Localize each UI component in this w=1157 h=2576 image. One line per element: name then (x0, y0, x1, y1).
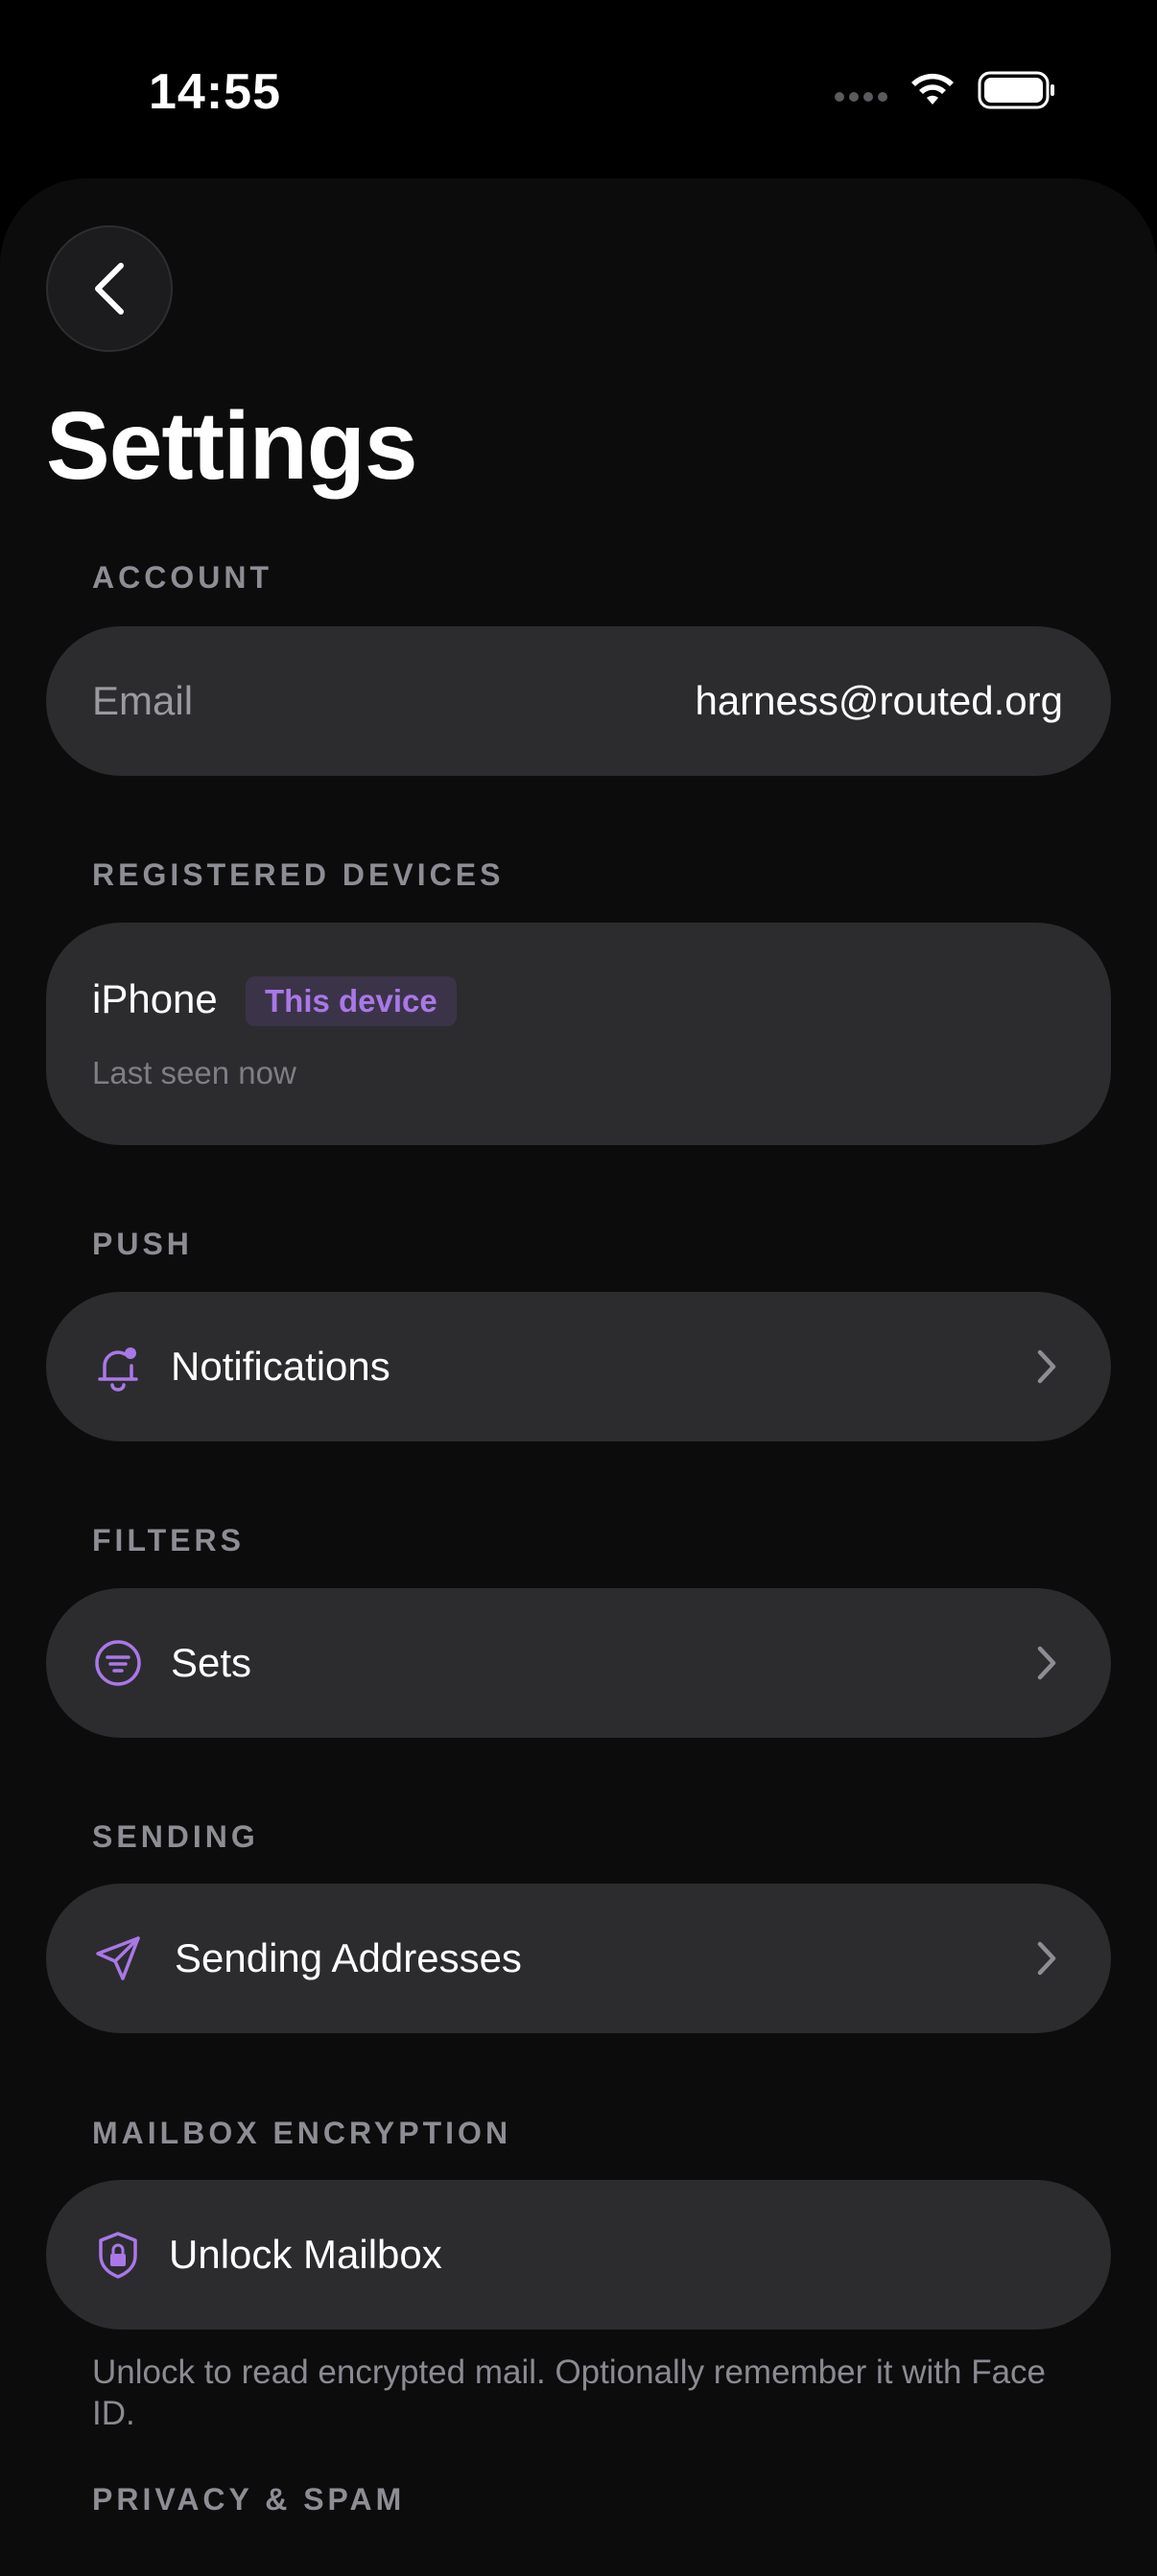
page-title: Settings (46, 392, 417, 500)
back-button[interactable] (46, 225, 173, 352)
notifications-label: Notifications (171, 1344, 390, 1389)
sending-addresses-label: Sending Addresses (175, 1935, 522, 1980)
status-time: 14:55 (149, 64, 281, 120)
sets-label: Sets (171, 1640, 252, 1685)
notifications-row[interactable]: Notifications (46, 1292, 1111, 1441)
cellular-signal-icon (835, 92, 887, 102)
section-label-devices: REGISTERED DEVICES (92, 857, 505, 892)
filter-icon (92, 1637, 144, 1689)
status-bar: 14:55 (0, 0, 1157, 182)
unlock-mailbox-label: Unlock Mailbox (169, 2232, 442, 2277)
sets-row[interactable]: Sets (46, 1588, 1111, 1738)
section-label-sending: SENDING (92, 1819, 259, 1854)
section-label-account: ACCOUNT (92, 560, 272, 595)
battery-icon (978, 71, 1054, 109)
section-label-encryption: MAILBOX ENCRYPTION (92, 2116, 512, 2150)
device-card[interactable]: iPhone This device Last seen now (46, 923, 1111, 1145)
status-icons (835, 69, 1056, 111)
chevron-right-icon (1030, 1941, 1063, 1976)
chevron-right-icon (1030, 1349, 1063, 1384)
bell-icon (92, 1341, 144, 1393)
chevron-right-icon (1030, 1646, 1063, 1680)
encryption-helper-text: Unlock to read encrypted mail. Optionall… (92, 2354, 1047, 2432)
wifi-icon (911, 73, 954, 105)
chevron-left-icon (95, 263, 124, 315)
section-label-privacy: PRIVACY & SPAM (92, 2482, 406, 2517)
email-row[interactable]: Email harness@routed.org (46, 626, 1111, 776)
section-label-push: PUSH (92, 1227, 193, 1261)
shield-lock-icon (92, 2229, 144, 2281)
this-device-badge: This device (246, 976, 457, 1026)
device-last-seen: Last seen now (92, 1055, 296, 1090)
device-name: iPhone (92, 976, 218, 1021)
unlock-mailbox-row[interactable]: Unlock Mailbox (46, 2180, 1111, 2330)
email-value: harness@routed.org (695, 678, 1063, 723)
send-icon (92, 1932, 144, 1984)
email-label: Email (92, 678, 194, 723)
sending-addresses-row[interactable]: Sending Addresses (46, 1884, 1111, 2033)
section-label-filters: FILTERS (92, 1523, 245, 1557)
